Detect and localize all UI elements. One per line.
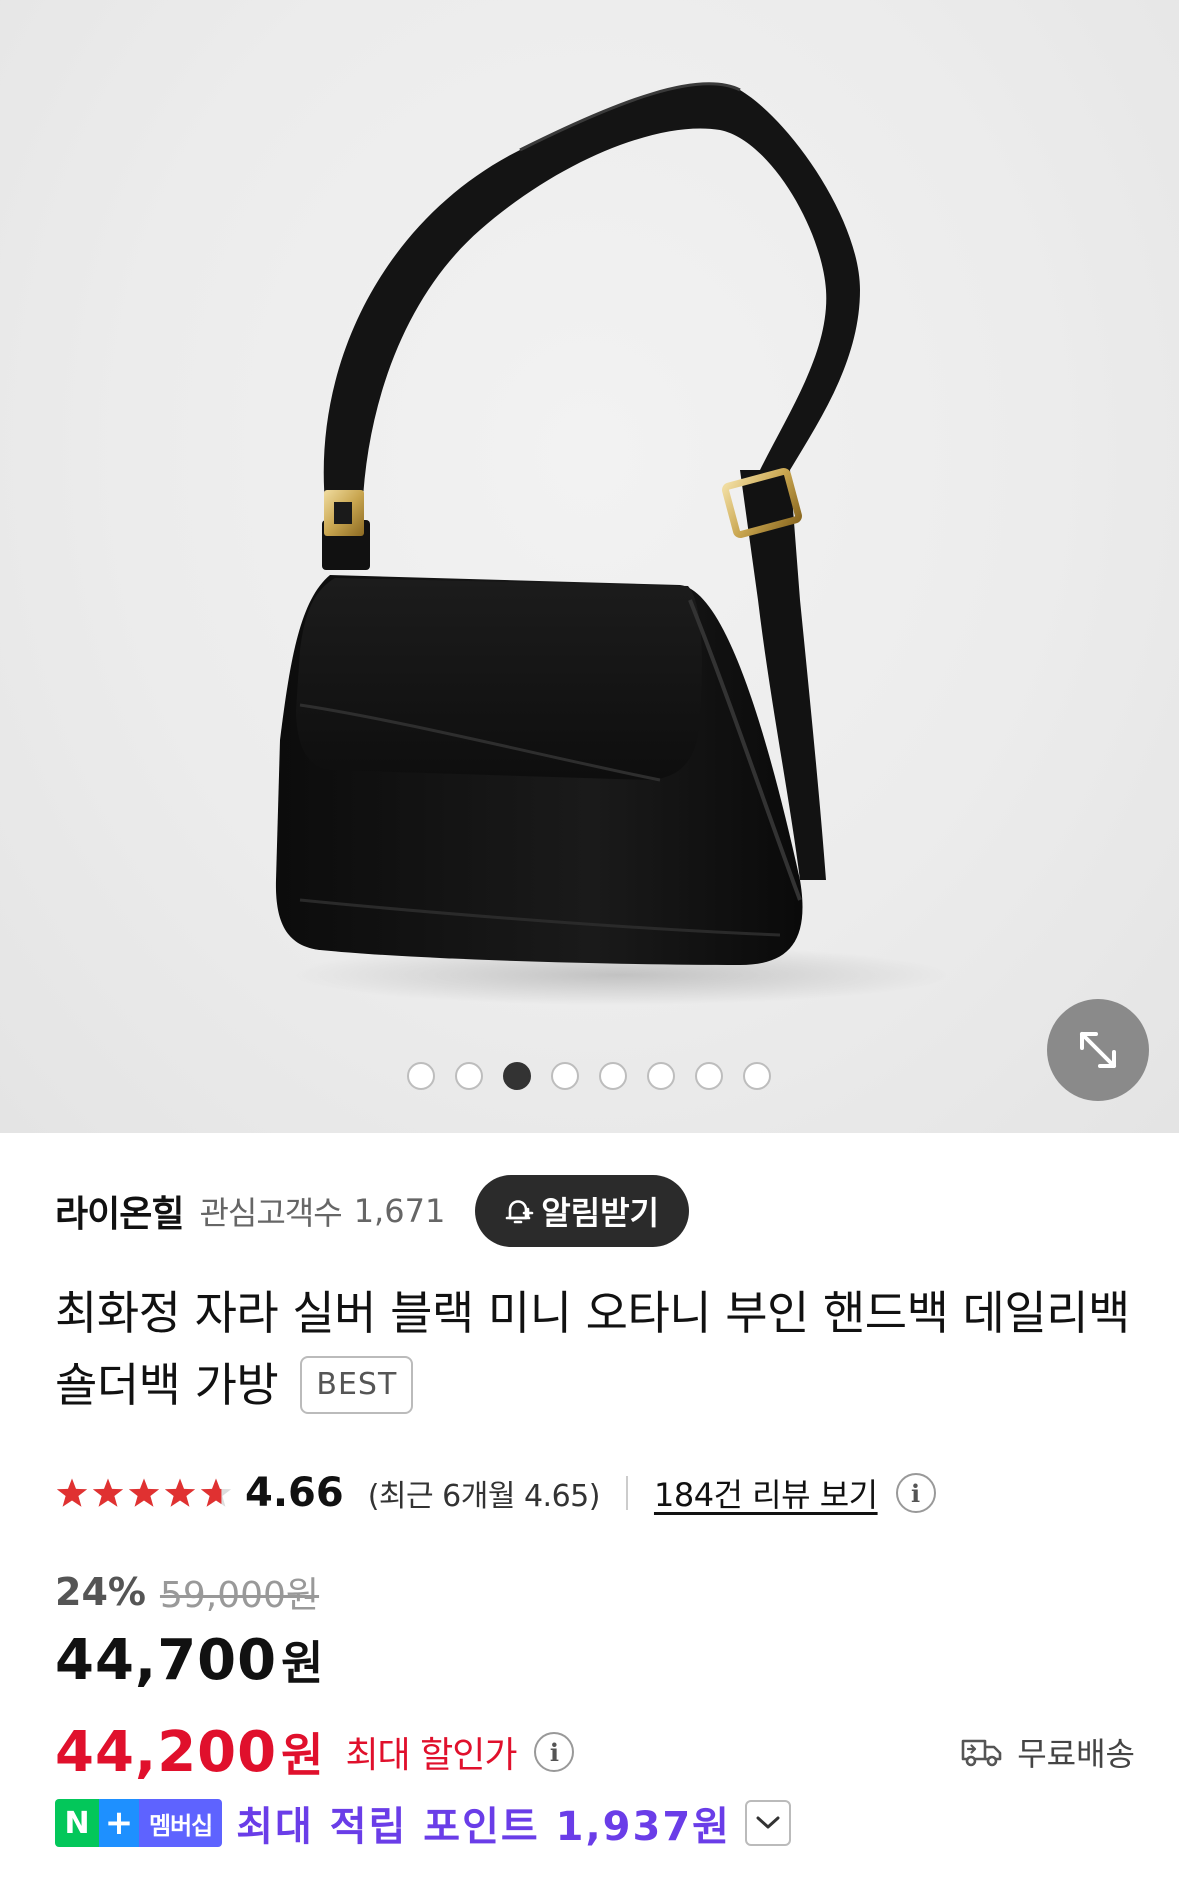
gallery-dot[interactable] bbox=[551, 1062, 579, 1090]
max-discount-row: 44,200 원 최대 할인가 i 무료배송 bbox=[55, 1709, 1135, 1795]
recent-rating: (최근 6개월 4.65) bbox=[367, 1479, 601, 1514]
bell-plus-icon bbox=[505, 1200, 534, 1224]
star-icon bbox=[128, 1478, 160, 1507]
sale-price: 44,700 bbox=[55, 1628, 278, 1693]
gallery-dot[interactable] bbox=[599, 1062, 627, 1090]
naver-n-logo: N bbox=[55, 1799, 99, 1847]
info-icon[interactable]: i bbox=[534, 1732, 575, 1772]
max-discount-unit: 원 bbox=[281, 1728, 324, 1782]
sale-price-unit: 원 bbox=[281, 1636, 324, 1690]
shipping-info: 무료배송 bbox=[961, 1729, 1135, 1775]
alarm-button[interactable]: 알림받기 bbox=[475, 1175, 690, 1247]
product-title-text: 최화정 자라 실버 블랙 미니 오타니 부인 핸드백 데일리백 숄더백 가방 bbox=[55, 1286, 1130, 1412]
star-rating bbox=[55, 1476, 233, 1510]
product-image bbox=[275, 82, 950, 1005]
star-icon bbox=[92, 1478, 124, 1507]
point-row[interactable]: N + 멤버십 최대 적립 포인트 1,937원 bbox=[55, 1793, 791, 1853]
truck-icon bbox=[961, 1739, 1002, 1767]
discount-percent: 24% bbox=[55, 1570, 146, 1614]
original-price: 59,000원 bbox=[159, 1575, 320, 1616]
expand-icon bbox=[1080, 1032, 1116, 1068]
gallery-dot[interactable] bbox=[407, 1062, 435, 1090]
gallery-dot-active[interactable] bbox=[503, 1062, 531, 1090]
discount-row: 24% 59,000원 bbox=[55, 1565, 319, 1619]
alarm-button-label: 알림받기 bbox=[541, 1194, 660, 1232]
gallery-dot[interactable] bbox=[647, 1062, 675, 1090]
gallery-dot[interactable] bbox=[455, 1062, 483, 1090]
review-link[interactable]: 184건 리뷰 보기 bbox=[654, 1470, 878, 1516]
divider bbox=[625, 1476, 628, 1510]
fans-count: 1,671 bbox=[353, 1192, 446, 1230]
naver-membership-badge: N + 멤버십 bbox=[55, 1799, 223, 1847]
expand-image-button[interactable] bbox=[1047, 999, 1149, 1101]
product-image-gallery[interactable] bbox=[0, 0, 1179, 1133]
store-row: 라이온힐 관심고객수 1,671 알림받기 bbox=[55, 1175, 690, 1247]
best-badge: BEST bbox=[300, 1355, 414, 1414]
max-point-text: 최대 적립 포인트 1,937원 bbox=[236, 1804, 731, 1850]
rating-row: 4.66 (최근 6개월 4.65) 184건 리뷰 보기 i bbox=[55, 1463, 936, 1523]
product-info: 라이온힐 관심고객수 1,671 알림받기 최화정 자라 실버 블랙 미니 오타… bbox=[0, 1133, 1179, 1879]
shipping-label: 무료배송 bbox=[1017, 1735, 1135, 1773]
star-icon bbox=[56, 1478, 88, 1507]
fans-label: 관심고객수 bbox=[199, 1194, 342, 1232]
gallery-dot[interactable] bbox=[695, 1062, 723, 1090]
chevron-down-icon bbox=[756, 1816, 780, 1829]
gallery-dot[interactable] bbox=[743, 1062, 771, 1090]
rating-value: 4.66 bbox=[245, 1470, 344, 1516]
star-icon bbox=[200, 1478, 232, 1507]
info-icon[interactable]: i bbox=[895, 1473, 936, 1513]
plus-icon: + bbox=[99, 1799, 139, 1847]
sale-price-row: 44,700 원 bbox=[55, 1627, 323, 1709]
point-detail-button[interactable] bbox=[744, 1800, 791, 1846]
max-discount-price: 44,200 bbox=[55, 1719, 278, 1785]
star-icon bbox=[164, 1478, 196, 1507]
store-name[interactable]: 라이온힐 bbox=[55, 1185, 184, 1237]
gallery-pagination bbox=[407, 1062, 771, 1094]
product-title: 최화정 자라 실버 블랙 미니 오타니 부인 핸드백 데일리백 숄더백 가방 B… bbox=[55, 1277, 1135, 1421]
membership-label: 멤버십 bbox=[139, 1799, 223, 1847]
max-discount-label: 최대 할인가 bbox=[345, 1735, 517, 1776]
